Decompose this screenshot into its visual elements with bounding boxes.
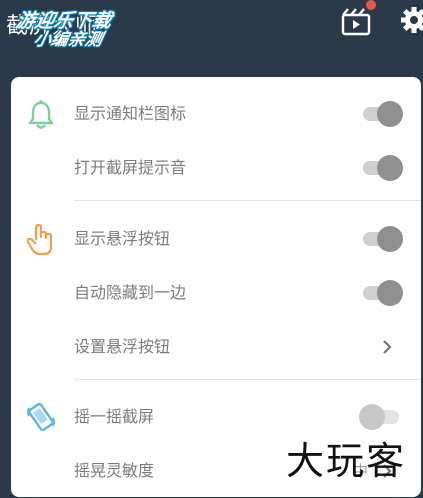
shake-phone-icon <box>27 402 55 432</box>
bell-icon <box>28 100 54 129</box>
screenshot-sound-label: 打开截屏提示音 <box>74 158 187 177</box>
setting-screenshot-sound[interactable]: 打开截屏提示音 <box>11 141 421 195</box>
show-notification-icon-toggle[interactable] <box>361 101 403 127</box>
watermark-overlay: 游迎乐下载 小编亲测 <box>10 10 114 50</box>
setting-show-notification-icon[interactable]: 显示通知栏图标 <box>11 87 421 141</box>
setting-auto-hide-edge[interactable]: 自动隐藏到一边 <box>11 266 421 320</box>
watermark-line1: 游迎乐下载 <box>13 10 114 32</box>
auto-hide-edge-toggle[interactable] <box>361 280 403 306</box>
gear-icon[interactable] <box>398 4 423 34</box>
auto-hide-edge-label: 自动隐藏到一边 <box>74 283 187 302</box>
set-floating-button-label: 设置悬浮按钮 <box>74 337 171 356</box>
shake-sensitivity-label: 摇晃灵敏度 <box>74 461 155 480</box>
notification-badge <box>366 0 376 10</box>
section-divider <box>74 379 421 380</box>
film-clapper-icon[interactable] <box>340 6 372 36</box>
show-floating-button-toggle[interactable] <box>361 226 403 252</box>
show-floating-button-label: 显示悬浮按钮 <box>74 229 171 248</box>
screenshot-sound-toggle[interactable] <box>361 155 403 181</box>
setting-set-floating-button[interactable]: 设置悬浮按钮 <box>11 320 421 374</box>
chevron-right-icon <box>383 340 392 354</box>
shake-screenshot-toggle[interactable] <box>359 404 403 430</box>
hand-pointer-icon <box>26 223 53 256</box>
section-divider <box>74 200 421 201</box>
show-notification-icon-label: 显示通知栏图标 <box>74 104 187 123</box>
setting-show-floating-button[interactable]: 显示悬浮按钮 <box>11 212 421 266</box>
top-app-bar: 截屏大师 游迎乐下载 小编亲测 <box>0 0 423 62</box>
shake-screenshot-label: 摇一摇截屏 <box>74 407 155 426</box>
watermark-line2: 小编亲测 <box>31 29 105 50</box>
brand-stamp: 大玩客 <box>286 439 407 483</box>
